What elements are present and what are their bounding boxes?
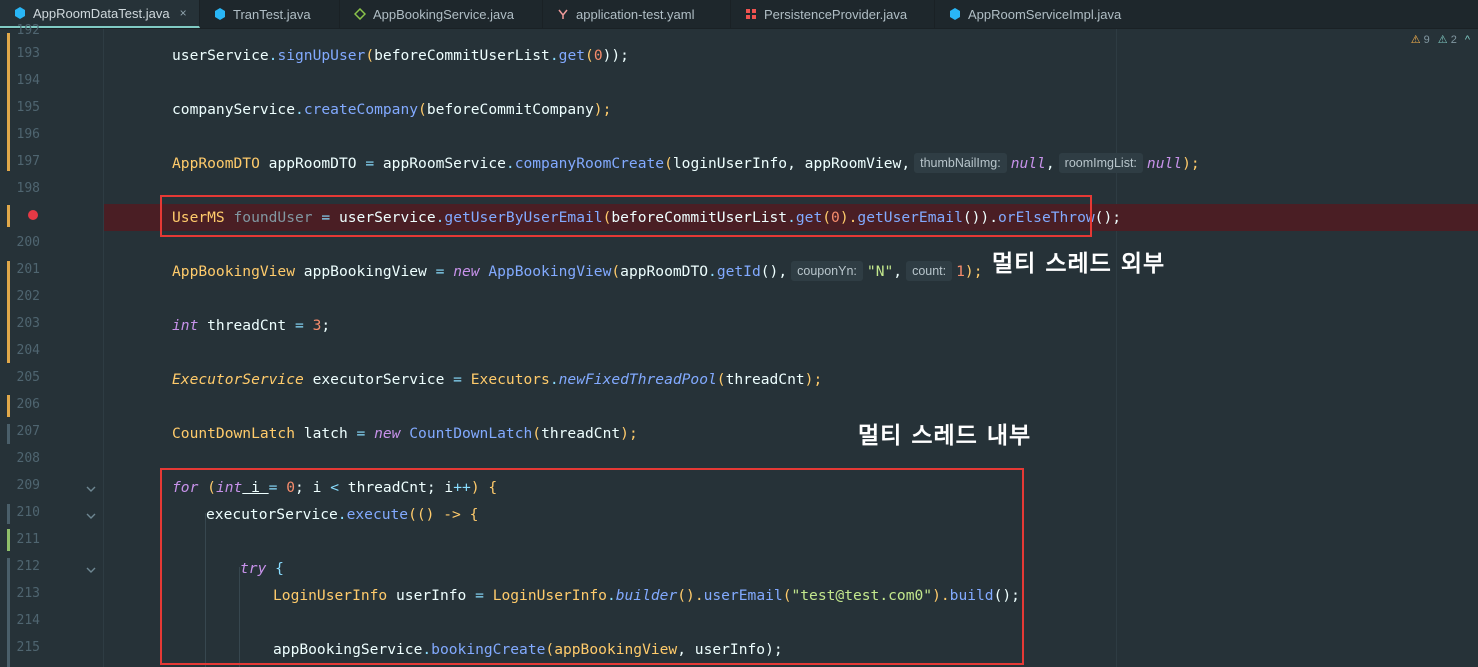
- line-number: 206: [16, 397, 40, 412]
- tab-app-booking-service[interactable]: AppBookingService.java: [340, 0, 543, 28]
- annotation-outside-thread: 멀티 스레드 외부: [992, 251, 1166, 277]
- code-line-207: CountDownLatch latch = new CountDownLatc…: [172, 425, 638, 442]
- java-annotation-icon: [746, 9, 756, 19]
- line-number: 205: [16, 370, 40, 385]
- code-line-205: ExecutorService executorService = Execut…: [172, 371, 823, 388]
- fold-chevron-icon[interactable]: [86, 511, 96, 521]
- tab-label: PersistenceProvider.java: [764, 6, 908, 22]
- tab-persistence-provider[interactable]: PersistenceProvider.java: [731, 0, 935, 28]
- line-number: 215: [16, 640, 40, 655]
- line-number: 196: [16, 127, 40, 142]
- line-number: 213: [16, 586, 40, 601]
- parameter-hint: thumbNailImg:: [914, 153, 1007, 173]
- tab-label: TranTest.java: [233, 6, 311, 22]
- tab-label: AppRoomServiceImpl.java: [968, 6, 1122, 22]
- tab-label: AppBookingService.java: [373, 6, 514, 22]
- parameter-hint: roomImgList:: [1058, 153, 1143, 173]
- line-number: 202: [16, 289, 40, 304]
- close-icon[interactable]: ×: [180, 6, 187, 20]
- line-number: 208: [16, 451, 40, 466]
- line-number: 203: [16, 316, 40, 331]
- java-class-icon: [950, 8, 960, 20]
- code-line-203: int threadCnt = 3;: [172, 317, 331, 334]
- tab-application-test-yaml[interactable]: application-test.yaml: [543, 0, 731, 28]
- java-class-icon: [15, 7, 25, 19]
- fold-chevron-icon[interactable]: [86, 484, 96, 494]
- inside-thread-highlight-box: [160, 468, 1024, 665]
- editor-tab-bar: AppRoomDataTest.java × TranTest.java App…: [0, 0, 1478, 29]
- line-number: 211: [16, 532, 40, 547]
- code-line-195: companyService.createCompany(beforeCommi…: [172, 101, 612, 118]
- java-class-icon: [215, 8, 225, 20]
- code-line-197: AppRoomDTO appRoomDTO = appRoomService.c…: [172, 153, 1200, 173]
- annotation-inside-thread: 멀티 스레드 내부: [858, 423, 1032, 449]
- line-number: 192: [16, 23, 40, 37]
- tab-label: application-test.yaml: [576, 6, 695, 22]
- breakpoint-icon[interactable]: [28, 210, 38, 220]
- outside-thread-highlight-box: [160, 195, 1092, 237]
- tab-tran-test[interactable]: TranTest.java: [200, 0, 340, 28]
- line-number: 207: [16, 424, 40, 439]
- tab-app-room-service-impl[interactable]: AppRoomServiceImpl.java: [935, 0, 1145, 28]
- line-number: 212: [16, 559, 40, 574]
- line-number: 193: [16, 46, 40, 61]
- code-line-193: userService.signUpUser(beforeCommitUserL…: [172, 47, 629, 64]
- line-number: 214: [16, 613, 40, 628]
- parameter-hint: couponYn:: [791, 261, 863, 281]
- fold-chevron-icon[interactable]: [86, 565, 96, 575]
- parameter-hint: count:: [906, 261, 953, 281]
- editor-gutter: 192 193 194 195 196 197 198 200 201 202 …: [0, 23, 103, 667]
- line-number: 194: [16, 73, 40, 88]
- line-number: 197: [16, 154, 40, 169]
- line-number: 201: [16, 262, 40, 277]
- java-interface-icon: [354, 8, 366, 20]
- tab-label: AppRoomDataTest.java: [33, 5, 170, 21]
- line-number: 209: [16, 478, 40, 493]
- line-number: 200: [16, 235, 40, 250]
- code-line-201: AppBookingView appBookingView = new AppB…: [172, 261, 983, 281]
- line-number: 204: [16, 343, 40, 358]
- line-number: 198: [16, 181, 40, 196]
- line-number: 210: [16, 505, 40, 520]
- line-number: 195: [16, 100, 40, 115]
- vcs-modified-marker: [7, 205, 10, 227]
- yaml-file-icon: [558, 9, 568, 19]
